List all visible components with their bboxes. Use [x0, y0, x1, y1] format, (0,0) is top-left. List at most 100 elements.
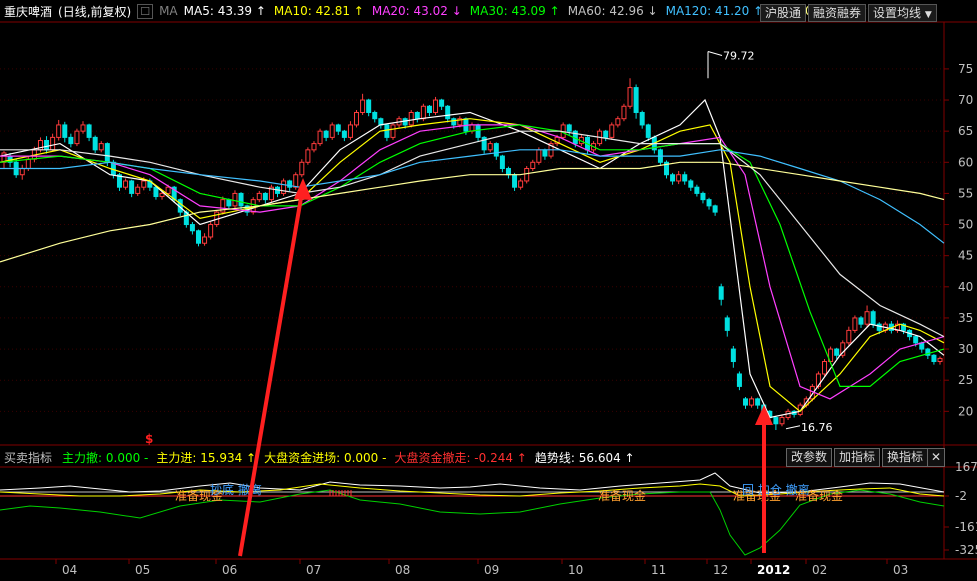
candle-body	[433, 99, 439, 113]
candle-body	[104, 143, 110, 163]
candle-body	[25, 158, 31, 170]
add-indicator-button[interactable]: 加指标	[834, 448, 881, 467]
candle-body	[724, 317, 730, 331]
ma-label[interactable]: MA	[159, 4, 178, 18]
x-tick-label: 12	[713, 563, 728, 577]
chevron-down-icon: ▼	[924, 10, 932, 20]
x-tick-label: 06	[222, 563, 237, 577]
switch-indicator-button[interactable]: 换指标	[882, 448, 929, 467]
x-tick-label: 10	[568, 563, 583, 577]
candle-body	[876, 323, 882, 331]
indicator-annotation: 准备现金	[598, 488, 646, 503]
x-tick-label: 04	[62, 563, 77, 577]
candle-body	[706, 199, 712, 207]
candle-body	[536, 149, 542, 163]
chart-period: (日线,前复权)	[58, 4, 132, 19]
candle-body	[566, 124, 572, 132]
y-tick-label: 75	[958, 62, 973, 76]
ma-value-3: MA30: 43.09 ↑	[469, 4, 560, 18]
ma-settings-button[interactable]: 设置均线 ▼	[868, 4, 937, 22]
candle-body	[68, 136, 74, 145]
ma-toggle[interactable]: ☐	[137, 3, 154, 19]
ma-value-0: MA5: 43.39 ↑	[183, 4, 266, 18]
candle-body	[189, 224, 195, 232]
indicator-values: 主力撤: 0.000 - 主力进: 15.934 ↑ 大盘资金进场: 0.000 -…	[62, 449, 643, 466]
candle-body	[512, 174, 518, 188]
candle-body	[864, 311, 870, 325]
candle-body	[195, 230, 201, 244]
candle-body	[542, 149, 548, 157]
indicator-value-4: 趋势线: 56.604 ↑	[534, 450, 635, 465]
indicator-y-tick: -2	[955, 489, 967, 503]
indicator-y-tick: -325	[955, 543, 977, 557]
candle-body	[615, 118, 621, 126]
candle-body	[135, 186, 141, 194]
candle-body	[317, 130, 323, 145]
candle-body	[347, 124, 353, 138]
candle-body	[755, 398, 761, 406]
candle-body	[80, 124, 86, 132]
indicator-header: 买卖指标 主力撤: 0.000 - 主力进: 15.934 ↑ 大盘资金进场: 0.…	[0, 447, 648, 467]
low-marker-label: 16.76	[801, 421, 833, 434]
y-tick-label: 25	[958, 373, 973, 387]
candle-body	[609, 124, 615, 138]
y-tick-label: 40	[958, 280, 973, 294]
candle-body	[323, 130, 329, 138]
y-tick-label: 20	[958, 404, 973, 418]
indicator-value-2: 大盘资金进场: 0.000 -	[264, 450, 387, 465]
candle-body	[688, 180, 694, 188]
candle-body	[451, 118, 457, 126]
candle-body	[736, 373, 742, 387]
margin-trading-button[interactable]: 融资融券	[808, 4, 867, 22]
candle-body	[414, 111, 420, 120]
close-icon[interactable]: ✕	[927, 448, 946, 467]
candle-body	[505, 168, 511, 176]
x-tick-label: 05	[135, 563, 150, 577]
candle-body	[420, 105, 426, 120]
candle-body	[700, 192, 706, 201]
indicator-value-0: 主力撤: 0.000 -	[62, 450, 149, 465]
candle-body	[487, 143, 493, 151]
candle-body	[123, 180, 129, 188]
candle-body	[676, 174, 682, 182]
candle-body	[165, 186, 171, 194]
candle-body	[694, 186, 700, 194]
y-tick-label: 70	[958, 93, 973, 107]
x-tick-label: 03	[893, 563, 908, 577]
candle-body	[639, 111, 645, 126]
candle-body	[238, 192, 244, 207]
signal-dollar-mark: $	[145, 432, 154, 446]
indicator-annotation: 准备现金	[795, 488, 843, 503]
y-tick-label: 35	[958, 311, 973, 325]
ma-value-4: MA60: 42.96 ↓	[567, 4, 658, 18]
candle-body	[931, 354, 937, 363]
indicator-y-tick: 167	[955, 460, 977, 474]
candle-body	[329, 124, 335, 138]
candle-body	[426, 105, 432, 113]
candle-body	[518, 180, 524, 188]
indicator-value-1: 主力进: 15.934 ↑	[156, 450, 257, 465]
candle-body	[524, 168, 530, 182]
sh-hk-connect-button[interactable]: 沪股通	[760, 4, 807, 22]
candle-body	[262, 192, 268, 201]
indicator-y-tick: -161	[955, 520, 977, 534]
candle-body	[913, 336, 919, 344]
candle-body	[408, 111, 414, 126]
candle-body	[74, 130, 80, 145]
ma-settings-label: 设置均线	[873, 6, 922, 20]
x-tick-label: 07	[306, 563, 321, 577]
high-marker-label: 79.72	[723, 49, 755, 62]
stock-name: 重庆啤酒	[4, 4, 53, 19]
stock-chart[interactable]: 75 70 65 60 55 50 45 40 35 30 25 20 79.72 16.76 167 -…	[0, 0, 977, 581]
x-tick-label: 08	[395, 563, 410, 577]
candle-body	[256, 192, 262, 201]
indicator-title: 买卖指标	[4, 450, 53, 465]
edit-params-button[interactable]: 改参数	[786, 448, 833, 467]
candle-body	[354, 111, 360, 126]
candle-body	[293, 174, 299, 188]
candle-body	[633, 87, 639, 113]
x-tick-label: 2012	[757, 563, 790, 577]
candle-body	[50, 136, 56, 151]
x-tick-label: 11	[651, 563, 666, 577]
candle-body	[141, 180, 147, 188]
